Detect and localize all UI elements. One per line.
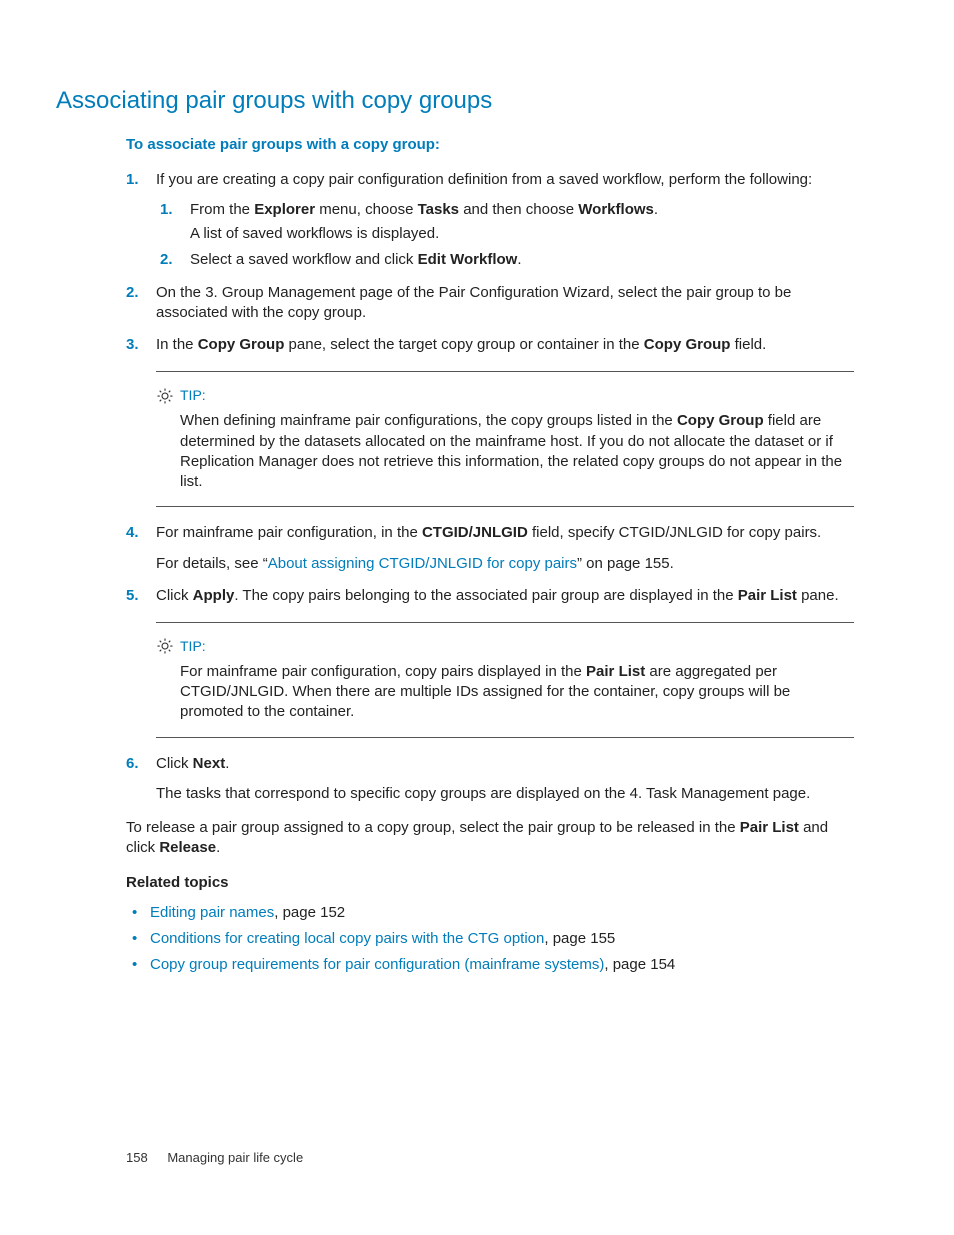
substep-number: 1.	[160, 200, 173, 220]
tip-body: For mainframe pair configuration, copy p…	[180, 662, 854, 723]
section-title: Associating pair groups with copy groups	[56, 85, 854, 117]
substep-1: 1. From the Explorer menu, choose Tasks …	[160, 200, 854, 245]
step-6: 6. Click Next. The tasks that correspond…	[126, 754, 854, 805]
step-number: 6.	[126, 754, 139, 774]
related-link[interactable]: Editing pair names	[150, 904, 274, 921]
tip-note-2: TIP: For mainframe pair configuration, c…	[156, 622, 854, 738]
release-paragraph: To release a pair group assigned to a co…	[126, 818, 854, 859]
step-text: For mainframe pair configuration, in the…	[156, 524, 821, 541]
substep-text: From the Explorer menu, choose Tasks and…	[190, 201, 658, 218]
tip-label: TIP:	[180, 386, 206, 405]
related-item: Copy group requirements for pair configu…	[126, 955, 854, 975]
substep-number: 2.	[160, 250, 173, 270]
page-footer: 158 Managing pair life cycle	[126, 1149, 303, 1167]
related-link[interactable]: Conditions for creating local copy pairs…	[150, 930, 544, 947]
procedure-list: 1. If you are creating a copy pair confi…	[126, 170, 854, 356]
step-2: 2. On the 3. Group Management page of th…	[126, 283, 854, 324]
page-number: 158	[126, 1150, 148, 1165]
step-4: 4. For mainframe pair configuration, in …	[126, 523, 854, 574]
step-number: 1.	[126, 170, 139, 190]
step-text: On the 3. Group Management page of the P…	[156, 284, 791, 321]
tip-body: When defining mainframe pair configurati…	[180, 411, 854, 492]
related-topics-heading: Related topics	[126, 873, 854, 893]
procedure-list-cont2: 6. Click Next. The tasks that correspond…	[126, 754, 854, 805]
procedure-list-cont: 4. For mainframe pair configuration, in …	[126, 523, 854, 606]
tip-label: TIP:	[180, 637, 206, 656]
step-number: 4.	[126, 523, 139, 543]
step-3: 3. In the Copy Group pane, select the ta…	[126, 335, 854, 355]
related-item: Conditions for creating local copy pairs…	[126, 929, 854, 949]
related-topics-list: Editing pair names, page 152 Conditions …	[126, 903, 854, 976]
step-result: The tasks that correspond to specific co…	[156, 784, 854, 804]
step-number: 5.	[126, 586, 139, 606]
step-text: Click Next.	[156, 755, 229, 772]
step-text: In the Copy Group pane, select the targe…	[156, 336, 766, 353]
tip-header: TIP:	[156, 386, 854, 405]
step-number: 2.	[126, 283, 139, 303]
step-detail: For details, see “About assigning CTGID/…	[156, 554, 854, 574]
procedure-intro: To associate pair groups with a copy gro…	[126, 135, 854, 155]
step-text: If you are creating a copy pair configur…	[156, 171, 812, 188]
step-text: Click Apply. The copy pairs belonging to…	[156, 587, 839, 604]
tip-icon	[156, 387, 174, 405]
tip-note-1: TIP: When defining mainframe pair config…	[156, 371, 854, 507]
tip-header: TIP:	[156, 637, 854, 656]
step-1: 1. If you are creating a copy pair confi…	[126, 170, 854, 271]
related-link[interactable]: Copy group requirements for pair configu…	[150, 956, 604, 973]
chapter-title: Managing pair life cycle	[167, 1150, 303, 1165]
substep-2: 2. Select a saved workflow and click Edi…	[160, 250, 854, 270]
related-item: Editing pair names, page 152	[126, 903, 854, 923]
tip-icon	[156, 637, 174, 655]
step-5: 5. Click Apply. The copy pairs belonging…	[126, 586, 854, 606]
page-content: Associating pair groups with copy groups…	[0, 0, 954, 976]
substep-result: A list of saved workflows is displayed.	[190, 224, 854, 244]
substep-list: 1. From the Explorer menu, choose Tasks …	[160, 200, 854, 271]
content-body: To associate pair groups with a copy gro…	[126, 135, 854, 975]
xref-link[interactable]: About assigning CTGID/JNLGID for copy pa…	[268, 555, 577, 572]
step-number: 3.	[126, 335, 139, 355]
substep-text: Select a saved workflow and click Edit W…	[190, 251, 522, 268]
